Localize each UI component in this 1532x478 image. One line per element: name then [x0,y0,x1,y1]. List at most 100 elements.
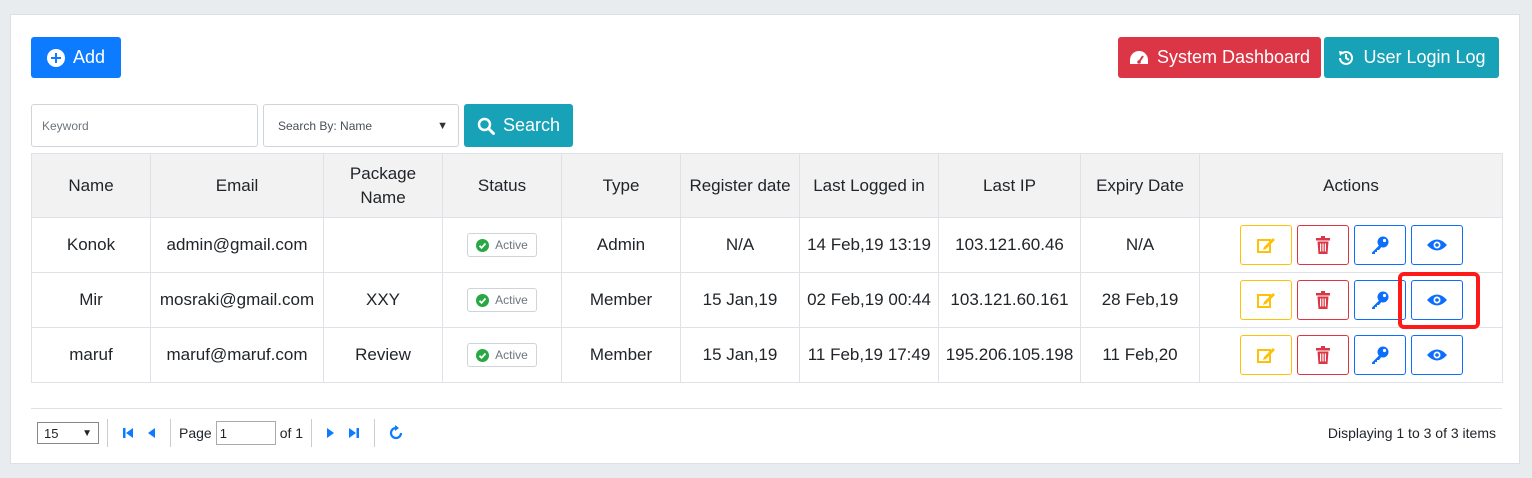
search-by-value: Search By: Name [278,118,373,133]
page-size-value: 15 [44,425,59,441]
chevron-down-icon: ▼ [437,120,448,132]
edit-icon [1256,293,1275,308]
edit-icon [1256,238,1275,253]
status-badge: Active [467,233,537,257]
dashboard-gauge-icon [1129,50,1148,64]
cell-type: Member [561,272,681,328]
cell-last-ip: 195.206.105.198 [938,327,1081,383]
cell-register-date: N/A [680,217,800,273]
system-dashboard-button[interactable]: System Dashboard [1118,37,1321,78]
status-label: Active [495,293,528,307]
cell-status: Active [442,327,562,383]
cell-expiry-date: N/A [1080,217,1200,273]
cell-last-logged-in: 11 Feb,19 17:49 [799,327,939,383]
view-button[interactable] [1410,335,1463,375]
status-label: Active [495,348,528,362]
header-status[interactable]: Status [442,153,562,218]
first-page-button[interactable] [116,426,140,440]
delete-button[interactable] [1296,335,1349,375]
reset-password-button[interactable] [1353,225,1406,265]
cell-name: Konok [31,217,151,273]
first-page-icon [123,428,133,438]
cell-expiry-date: 11 Feb,20 [1080,327,1200,383]
plus-circle-icon [46,48,65,67]
separator [170,419,171,447]
users-table: Name Email Package Name Status Type Regi… [31,153,1503,383]
add-button[interactable]: Add [31,37,121,78]
user-login-log-label: User Login Log [1363,47,1486,67]
last-page-icon [349,428,360,438]
chevron-down-icon: ▼ [82,427,92,439]
cell-email: admin@gmail.com [150,217,324,273]
highlight-box [1398,272,1480,329]
cell-type: Admin [561,217,681,273]
edit-icon [1256,348,1275,363]
cell-expiry-date: 28 Feb,19 [1080,272,1200,328]
header-package-name[interactable]: Package Name [323,153,443,218]
cell-last-ip: 103.121.60.161 [938,272,1081,328]
last-page-button[interactable] [342,426,366,440]
cell-status: Active [442,217,562,273]
delete-button[interactable] [1296,280,1349,320]
separator [311,419,313,447]
display-info: Displaying 1 to 3 of 3 items [1327,425,1496,441]
header-last-ip[interactable]: Last IP [938,153,1081,218]
check-circle-icon [476,238,490,252]
check-circle-icon [476,293,490,307]
cell-package: Review [323,327,443,383]
page-number-input[interactable]: 1 [215,421,276,445]
separator [374,419,376,447]
cell-status: Active [442,272,562,328]
cell-email: maruf@maruf.com [150,327,324,383]
edit-button[interactable] [1239,280,1292,320]
cell-last-logged-in: 14 Feb,19 13:19 [799,217,939,273]
cell-package [323,217,443,273]
prev-page-icon [148,428,155,438]
table-row: maruf maruf@maruf.com Review Active Memb… [31,327,1503,383]
pagination-bar: 15 ▼ Page 1 of 1 Displaying 1 to 3 of 3 … [31,415,1502,451]
cell-actions [1199,217,1503,273]
next-page-icon [327,428,335,438]
delete-button[interactable] [1296,225,1349,265]
header-register-date[interactable]: Register date [680,153,800,218]
search-button[interactable]: Search [464,104,573,147]
user-login-log-button[interactable]: User Login Log [1324,37,1499,78]
page-count-label: of 1 [279,425,304,441]
view-button[interactable] [1410,225,1463,265]
cell-name: maruf [31,327,151,383]
separator [107,419,108,447]
refresh-button[interactable] [383,425,409,441]
status-label: Active [495,238,528,252]
header-last-logged-in[interactable]: Last Logged in [799,153,939,218]
status-badge: Active [467,288,537,312]
next-page-button[interactable] [320,426,342,440]
edit-button[interactable] [1239,335,1292,375]
search-button-label: Search [502,115,561,135]
cell-last-logged-in: 02 Feb,19 00:44 [799,272,939,328]
keyword-input[interactable] [31,104,258,147]
header-email[interactable]: Email [150,153,324,218]
search-by-select[interactable]: Search By: Name ▼ [263,104,459,147]
cell-package: XXY [323,272,443,328]
header-name[interactable]: Name [31,153,151,218]
history-icon [1339,50,1354,65]
header-type[interactable]: Type [561,153,681,218]
table-header-row: Name Email Package Name Status Type Regi… [31,153,1503,218]
trash-icon [1315,346,1330,364]
trash-icon [1315,236,1330,254]
status-badge: Active [467,343,537,367]
key-icon [1371,236,1388,254]
edit-button[interactable] [1239,225,1292,265]
system-dashboard-label: System Dashboard [1156,47,1311,67]
reset-password-button[interactable] [1353,335,1406,375]
cell-actions [1199,327,1503,383]
add-button-label: Add [72,47,106,67]
eye-icon [1426,349,1447,361]
main-panel: Add System Dashboard User Login Log Sear… [10,14,1520,464]
cell-last-ip: 103.121.60.46 [938,217,1081,273]
divider [31,408,1502,409]
page-size-select[interactable]: 15 ▼ [37,422,99,444]
header-expiry-date[interactable]: Expiry Date [1080,153,1200,218]
prev-page-button[interactable] [140,426,162,440]
page-number-value: 1 [219,425,227,441]
